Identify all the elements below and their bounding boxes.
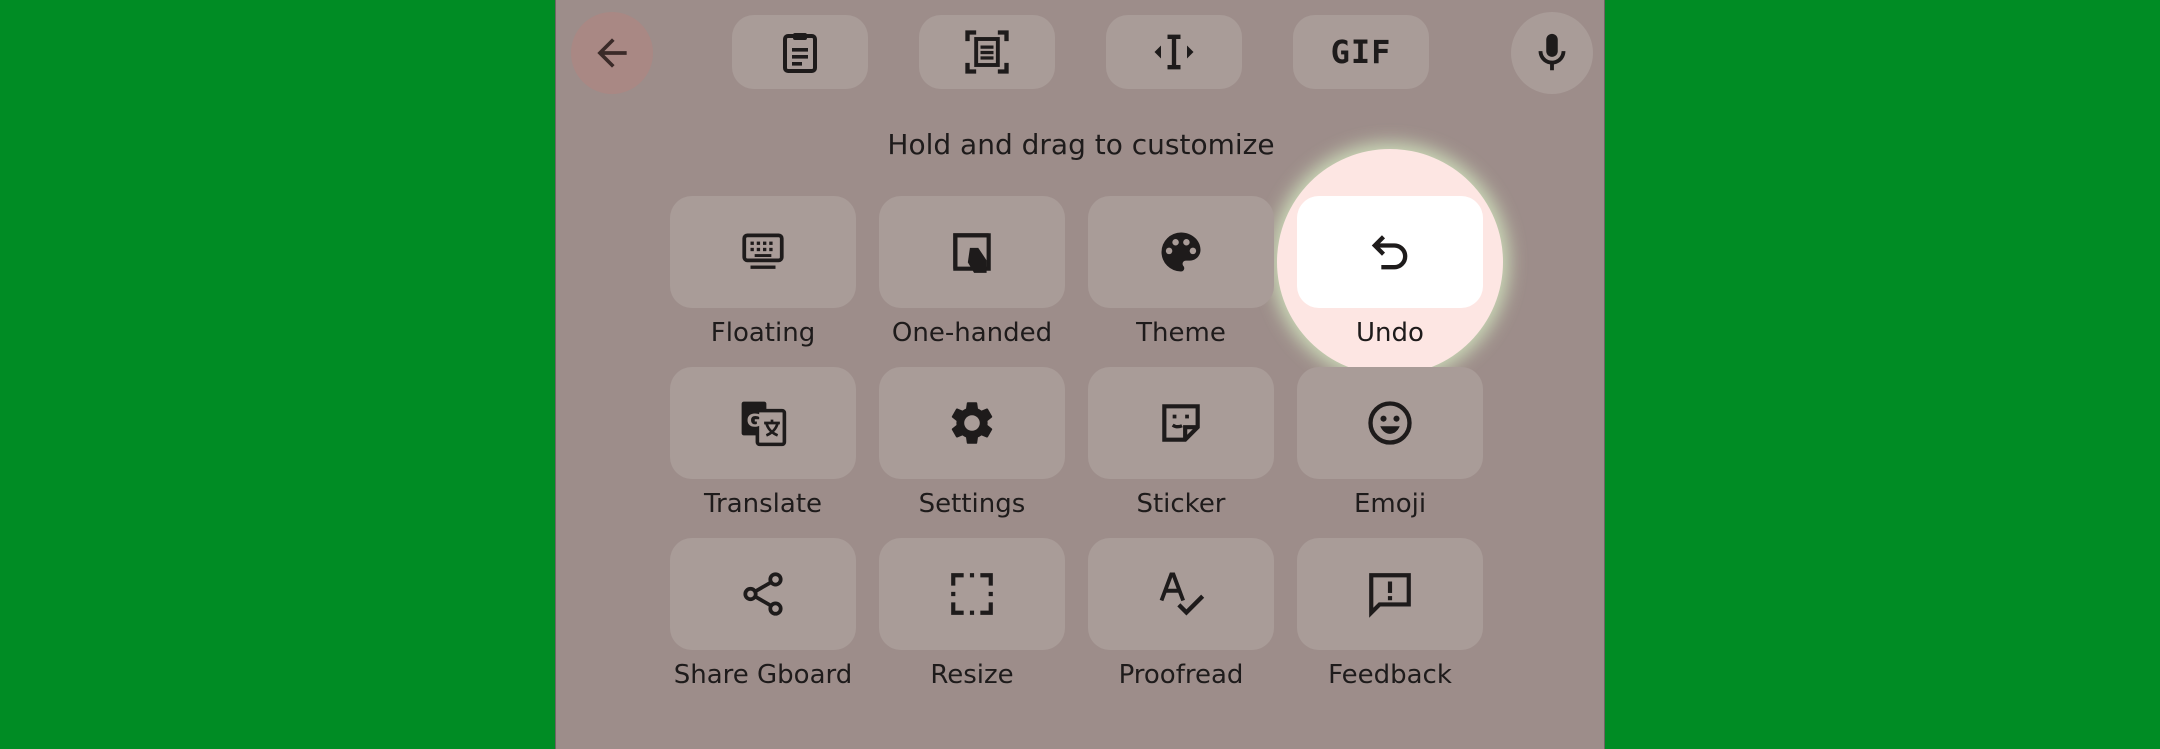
- tile-label-sticker: Sticker: [1136, 489, 1226, 519]
- proofread-icon: [1159, 572, 1205, 616]
- gear-icon: [951, 402, 993, 444]
- emoji-icon: [1368, 401, 1412, 445]
- cursor-move-icon: [1154, 34, 1194, 70]
- microphone-icon: [1538, 33, 1566, 71]
- share-icon: [743, 572, 783, 616]
- tile-resize[interactable]: [879, 538, 1065, 650]
- text-scan-icon: [965, 30, 1009, 74]
- tile-label-feedback: Feedback: [1328, 660, 1452, 690]
- tile-label-floating: Floating: [710, 318, 816, 348]
- tile-sticker[interactable]: [1088, 367, 1274, 479]
- svg-text:G: G: [747, 410, 762, 431]
- feedback-icon: [1369, 573, 1411, 618]
- keyboard-icon: [742, 233, 784, 269]
- tile-label-proofread: Proofread: [1118, 660, 1244, 690]
- tile-label-settings: Settings: [918, 489, 1026, 519]
- tile-label-theme: Theme: [1136, 318, 1226, 348]
- tile-label-resize: Resize: [930, 660, 1014, 690]
- cursor-control-button[interactable]: [1106, 15, 1242, 89]
- customize-hint: Hold and drag to customize: [887, 128, 1275, 161]
- keyboard-panel: GIF Hold and drag to customize Floating: [555, 0, 1605, 749]
- tile-undo[interactable]: [1297, 196, 1483, 308]
- tile-share-gboard[interactable]: [670, 538, 856, 650]
- clipboard-button[interactable]: [732, 15, 868, 89]
- tile-one-handed[interactable]: [879, 196, 1065, 308]
- tile-theme[interactable]: [1088, 196, 1274, 308]
- back-button[interactable]: [571, 12, 653, 94]
- palette-icon: [1161, 232, 1201, 272]
- gif-icon: GIF: [1330, 33, 1392, 71]
- tile-label-undo: Undo: [1356, 318, 1424, 348]
- undo-icon: [1371, 235, 1408, 270]
- tile-label-translate: Translate: [703, 489, 823, 519]
- resize-icon: [951, 573, 993, 615]
- gif-button[interactable]: GIF: [1293, 15, 1429, 89]
- text-scan-button[interactable]: [919, 15, 1055, 89]
- one-handed-icon: [953, 233, 991, 273]
- arrow-back-icon: [597, 38, 627, 68]
- clipboard-icon: [783, 33, 817, 73]
- tile-label-share-gboard: Share Gboard: [673, 660, 853, 690]
- tile-translate[interactable]: G: [670, 367, 856, 479]
- sticker-icon: [1162, 404, 1200, 442]
- tile-label-one-handed: One-handed: [891, 318, 1053, 348]
- tile-proofread[interactable]: [1088, 538, 1274, 650]
- tile-emoji[interactable]: [1297, 367, 1483, 479]
- tile-feedback[interactable]: [1297, 538, 1483, 650]
- tile-label-emoji: Emoji: [1353, 489, 1427, 519]
- tile-settings[interactable]: [879, 367, 1065, 479]
- translate-icon: G: [741, 401, 787, 447]
- tile-floating[interactable]: [670, 196, 856, 308]
- voice-input-button[interactable]: [1511, 12, 1593, 94]
